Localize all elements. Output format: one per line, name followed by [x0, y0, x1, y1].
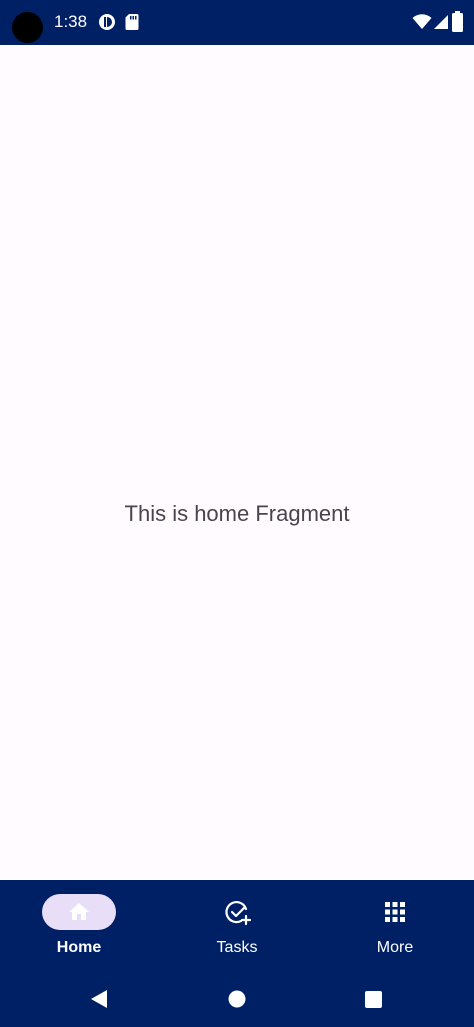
nav-item-tasks[interactable]: Tasks: [158, 880, 316, 970]
home-fragment: This is home Fragment: [0, 45, 474, 880]
grid-icon: [383, 900, 407, 924]
nav-item-home[interactable]: Home: [0, 880, 158, 970]
nav-label-more: More: [376, 939, 414, 956]
home-circle-icon[interactable]: [228, 990, 246, 1008]
wifi-icon: [412, 13, 432, 31]
status-bar: 1:38: [0, 0, 474, 45]
bottom-navigation: Home Tasks More: [0, 880, 474, 970]
battery-icon: [452, 11, 463, 32]
nav-label-tasks: Tasks: [216, 939, 258, 956]
home-icon: [67, 900, 91, 924]
status-time: 1:38: [54, 12, 88, 31]
back-icon[interactable]: [89, 989, 109, 1009]
camera-cutout: [12, 12, 43, 43]
data-saver-icon: [98, 13, 116, 31]
task-add-icon: [225, 900, 251, 926]
system-navigation-bar: [0, 970, 474, 1027]
recents-icon[interactable]: [365, 991, 382, 1008]
sd-card-icon: [125, 13, 139, 31]
fragment-message: This is home Fragment: [124, 501, 350, 526]
nav-label-home: Home: [56, 939, 102, 956]
nav-item-more[interactable]: More: [316, 880, 474, 970]
cell-signal-icon: [433, 13, 449, 31]
